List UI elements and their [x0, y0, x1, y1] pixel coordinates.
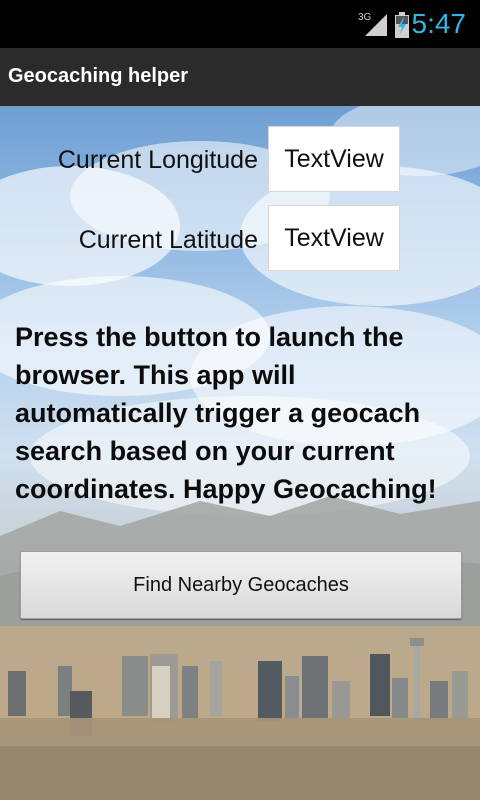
find-nearby-geocaches-button[interactable]: Find Nearby Geocaches	[20, 551, 462, 619]
clock: 5:47	[411, 8, 467, 39]
longitude-label: Current Longitude	[57, 146, 258, 174]
app-screen: 3G 5:47 Geocaching helper Current Longit…	[0, 0, 480, 800]
latitude-value: TextView	[268, 205, 400, 271]
app-title: Geocaching helper	[8, 65, 189, 87]
status-bar: 3G 5:47	[0, 0, 480, 48]
main-content: Current Longitude TextView Current Latit…	[0, 106, 480, 800]
signal-icon	[365, 14, 387, 36]
instructions-text: Press the button to launch the browser. …	[15, 322, 437, 504]
latitude-label: Current Latitude	[78, 226, 258, 254]
battery-charging-icon	[395, 12, 409, 38]
longitude-value: TextView	[268, 126, 400, 192]
action-bar: Geocaching helper	[0, 48, 480, 108]
